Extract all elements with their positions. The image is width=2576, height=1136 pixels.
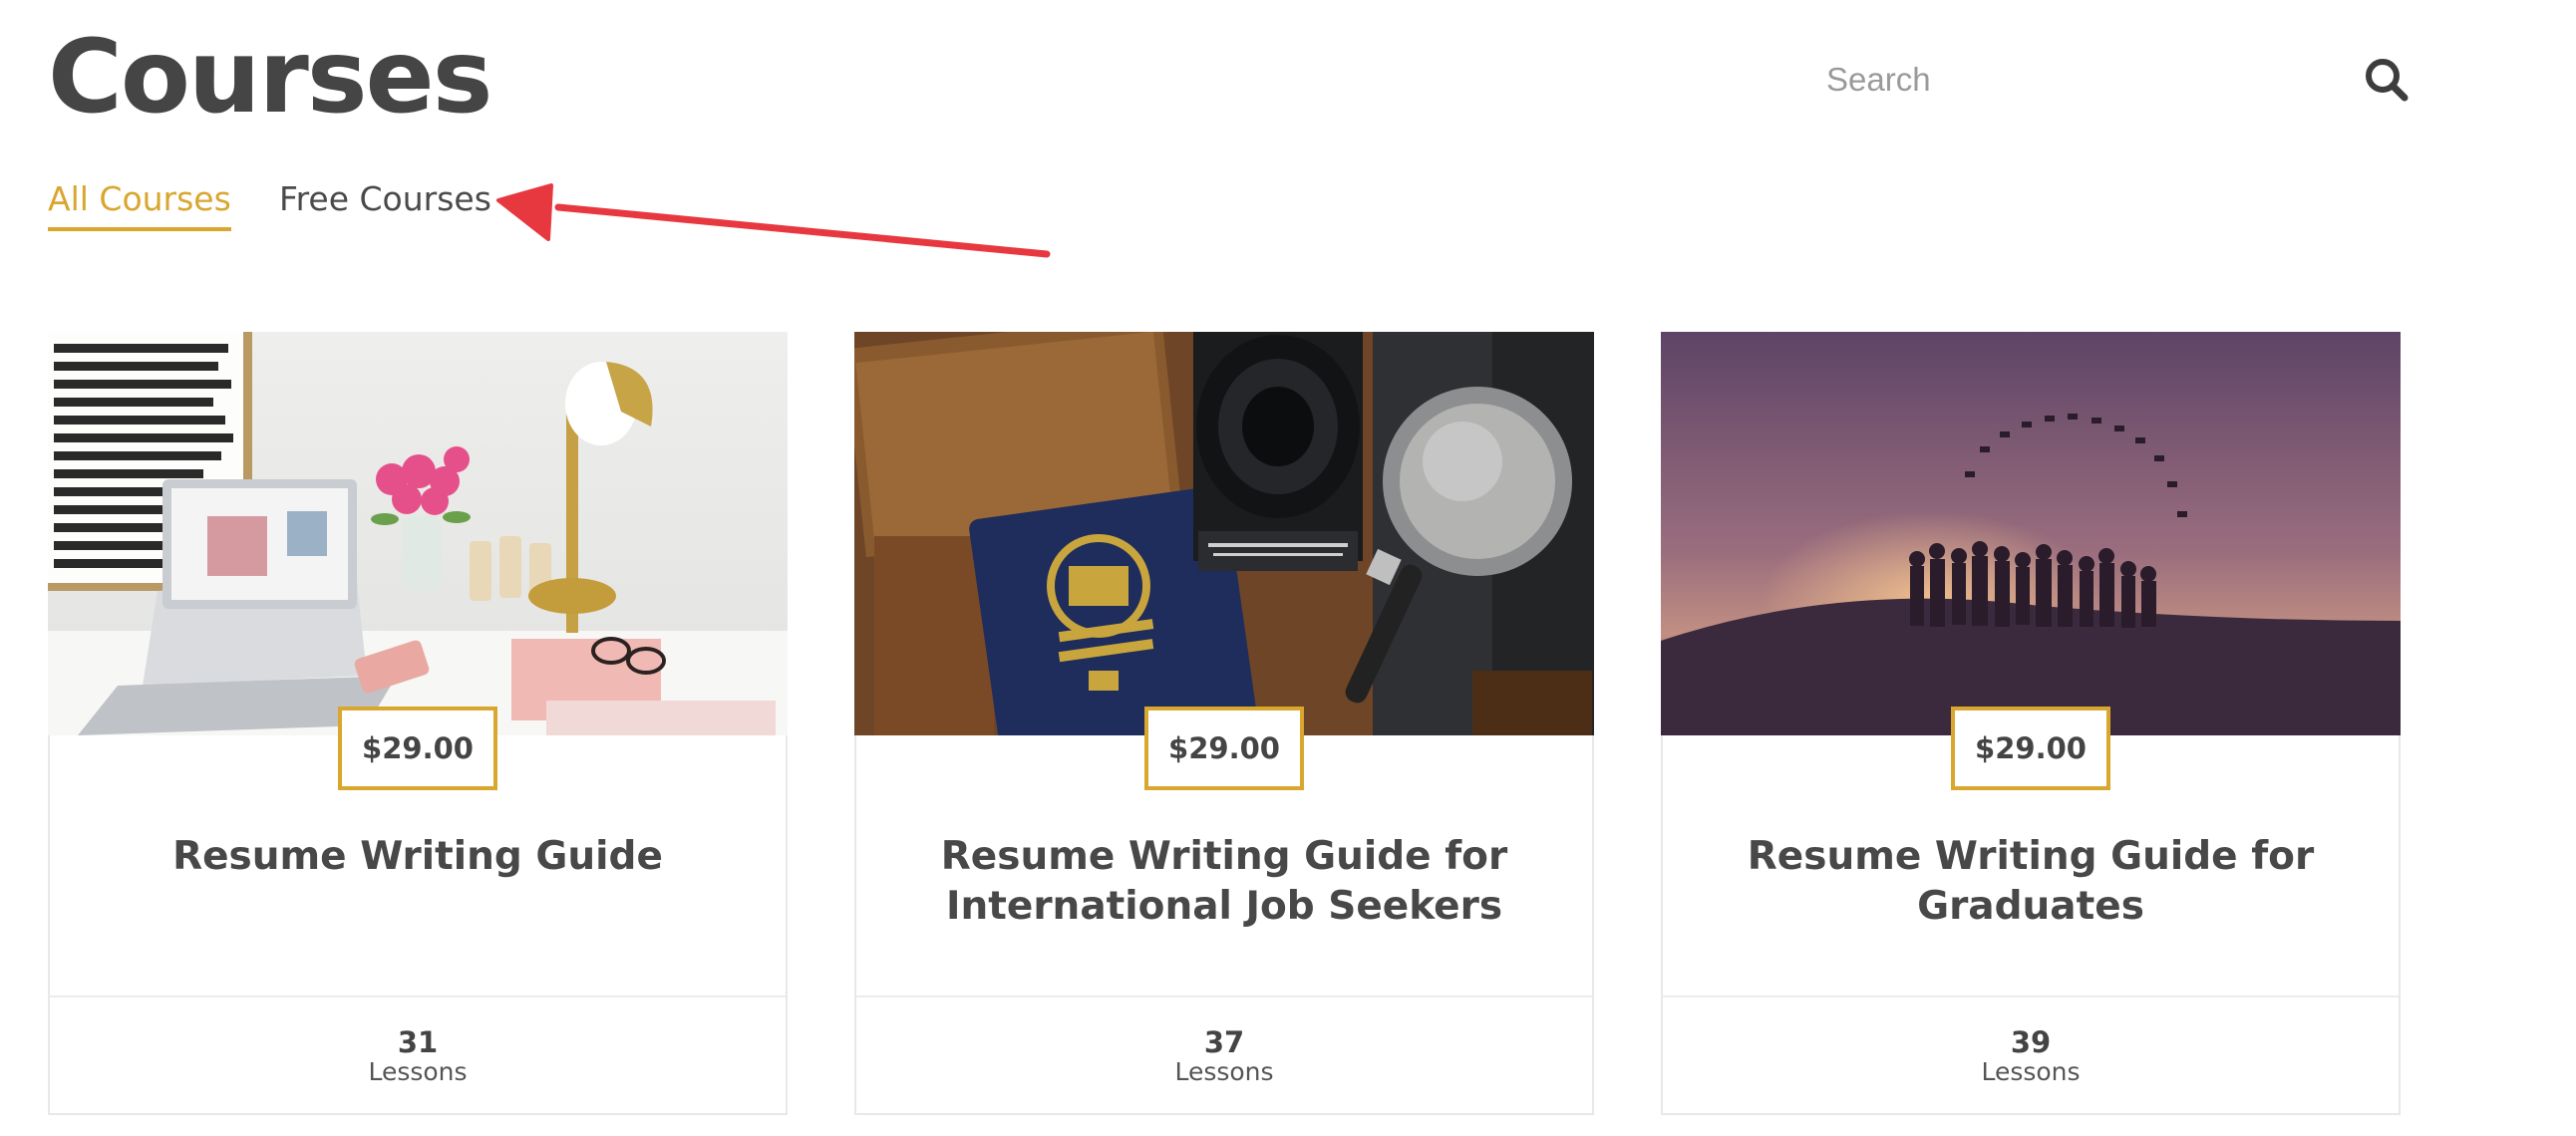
course-title[interactable]: Resume Writing Guide for Graduates bbox=[1693, 832, 2369, 932]
course-image-passport[interactable] bbox=[854, 332, 1594, 735]
course-image-graduates[interactable] bbox=[1661, 332, 2401, 735]
course-title[interactable]: Resume Writing Guide bbox=[80, 832, 756, 882]
course-image-desk[interactable] bbox=[48, 332, 788, 735]
course-card[interactable]: $29.00 Resume Writing Guide for Graduate… bbox=[1661, 332, 2401, 1115]
lesson-info: 37 Lessons bbox=[856, 995, 1592, 1113]
lesson-count: 31 bbox=[397, 1025, 439, 1059]
lesson-label: Lessons bbox=[1174, 1057, 1274, 1086]
course-title[interactable]: Resume Writing Guide for International J… bbox=[886, 832, 1562, 932]
courses-page: Courses All Courses Free Courses bbox=[0, 0, 2576, 1136]
price-badge: $29.00 bbox=[338, 707, 497, 790]
course-card[interactable]: $29.00 Resume Writing Guide for Internat… bbox=[854, 332, 1594, 1115]
lesson-count: 39 bbox=[2010, 1025, 2052, 1059]
lesson-label: Lessons bbox=[368, 1057, 468, 1086]
price-badge: $29.00 bbox=[1144, 707, 1304, 790]
course-card[interactable]: $29.00 Resume Writing Guide 31 Lessons bbox=[48, 332, 788, 1115]
price-badge: $29.00 bbox=[1951, 707, 2110, 790]
lesson-count: 37 bbox=[1203, 1025, 1245, 1059]
lesson-info: 31 Lessons bbox=[50, 995, 786, 1113]
lesson-label: Lessons bbox=[1981, 1057, 2081, 1086]
lesson-info: 39 Lessons bbox=[1663, 995, 2399, 1113]
